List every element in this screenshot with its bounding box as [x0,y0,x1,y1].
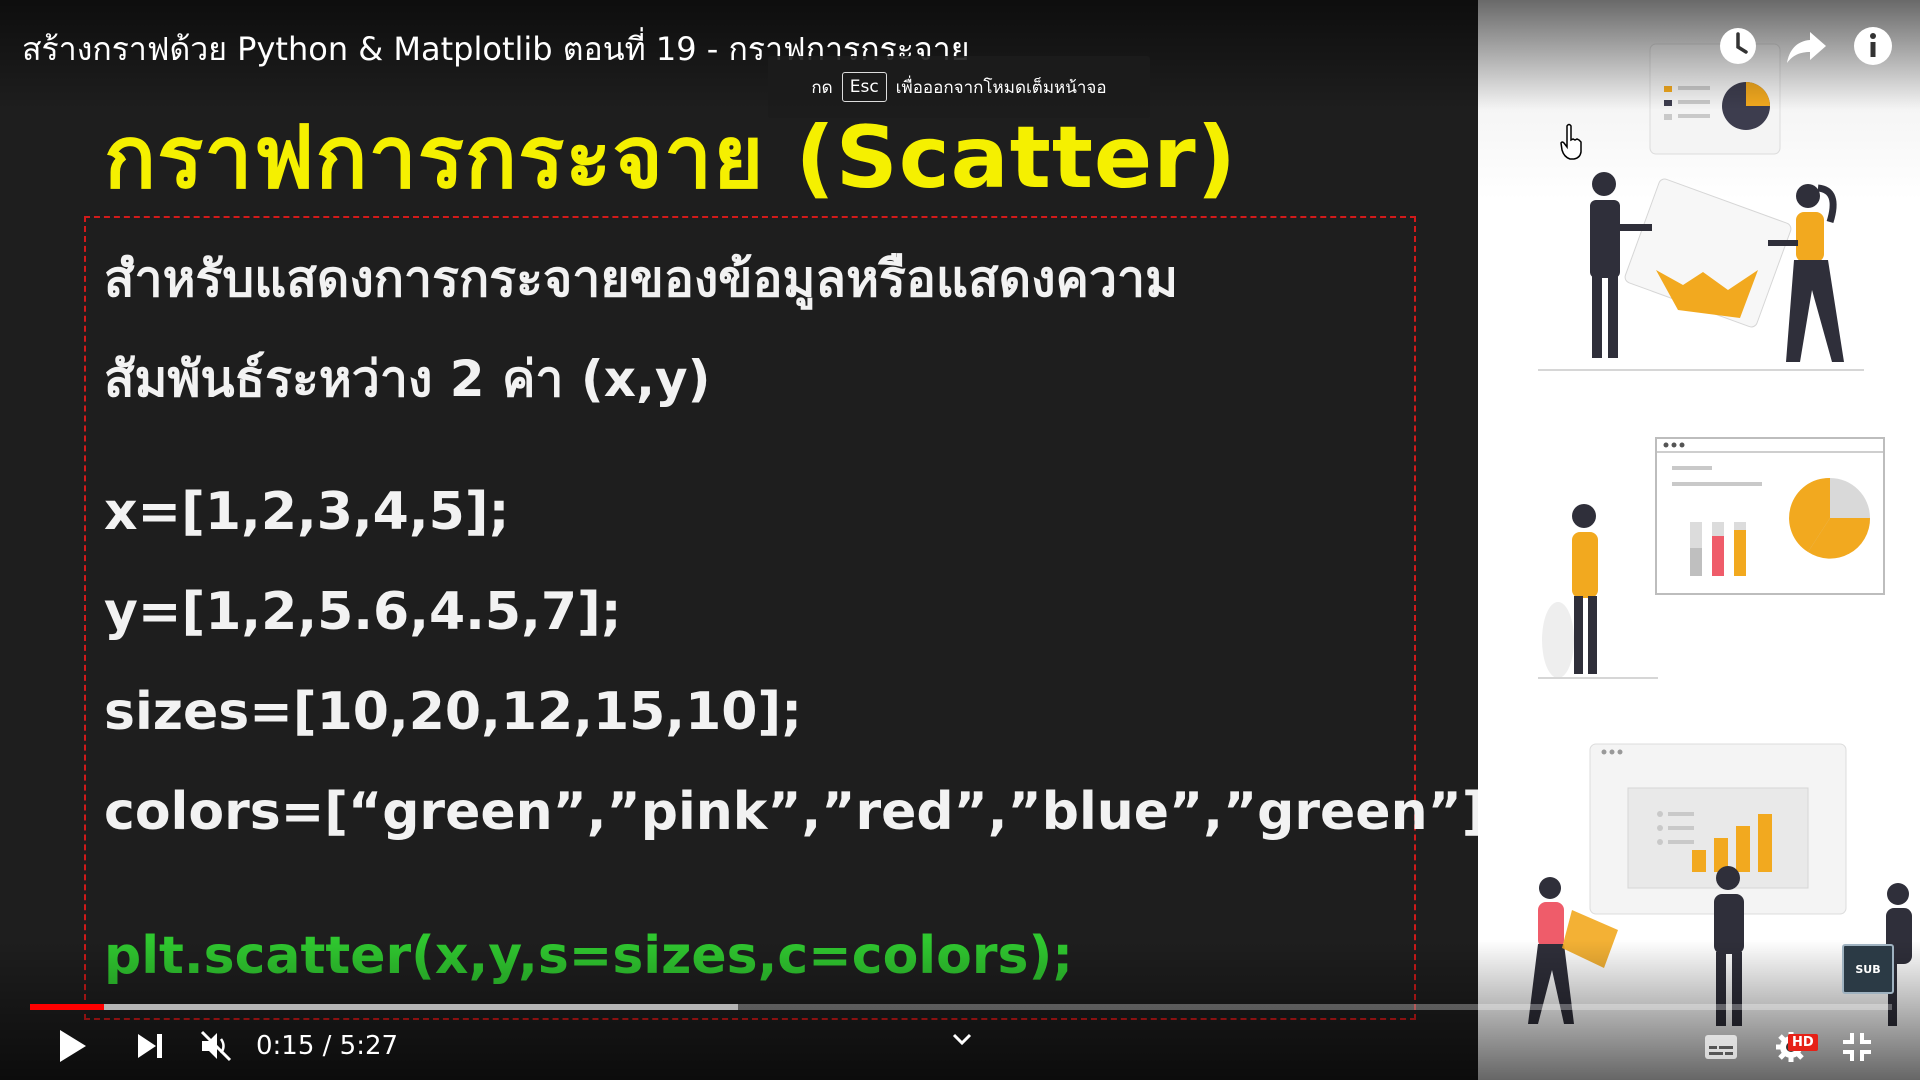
next-button[interactable] [134,1030,166,1062]
subtitles-icon [1705,1035,1737,1059]
exit-fullscreen-button[interactable] [1840,1030,1874,1064]
code-line-scatter: plt.scatter(x,y,s=sizes,c=colors); [104,926,1074,986]
play-icon [60,1030,86,1062]
code-line-sizes: sizes=[10,20,12,15,10]; [104,682,802,742]
share-icon[interactable] [1782,22,1830,70]
chevron-down-icon[interactable] [950,1030,974,1048]
illustration-panel [1478,0,1920,1080]
esc-hint-prefix: กด [811,77,833,98]
info-icon[interactable] [1849,22,1897,70]
progress-played [30,1004,105,1010]
time-display: 0:15 / 5:27 [256,1031,399,1061]
play-button[interactable] [54,1026,90,1066]
illustration-image [1528,43,1912,1026]
video-player[interactable]: กราฟการกระจาย (Scatter) สำหรับแสดงการกระ… [0,0,1920,1080]
clock-icon[interactable] [1714,22,1762,70]
hand-cursor-icon [1560,123,1582,160]
subtitles-button[interactable] [1704,1034,1738,1060]
hd-badge: HD [1788,1034,1818,1051]
channel-watermark[interactable]: SUB [1842,944,1894,994]
code-line-y: y=[1,2,5.6,4.5,7]; [104,582,622,642]
exit-fullscreen-icon [1843,1033,1871,1061]
mute-button[interactable] [198,1028,234,1064]
code-line-colors: colors=[“green”,”pink”,”red”,”blue”,”gre… [104,782,1507,842]
progress-buffered [30,1004,738,1010]
esc-key-label: Esc [841,72,887,102]
fullscreen-exit-hint: กด Esc เพื่อออกจากโหมดเต็มหน้าจอ [768,56,1150,118]
slide-description-line1: สำหรับแสดงการกระจายของข้อมูลหรือแสดงความ [104,250,1179,308]
esc-hint-suffix: เพื่อออกจากโหมดเต็มหน้าจอ [895,77,1107,98]
mute-icon [200,1030,232,1062]
next-icon [138,1034,162,1058]
slide-description-line2: สัมพันธ์ระหว่าง 2 ค่า (x,y) [104,350,711,408]
code-line-x: x=[1,2,3,4,5]; [104,482,510,542]
watermark-label: SUB [1855,962,1881,976]
progress-bar[interactable] [30,1004,1892,1010]
slide-area: กราฟการกระจาย (Scatter) สำหรับแสดงการกระ… [0,0,1506,1080]
